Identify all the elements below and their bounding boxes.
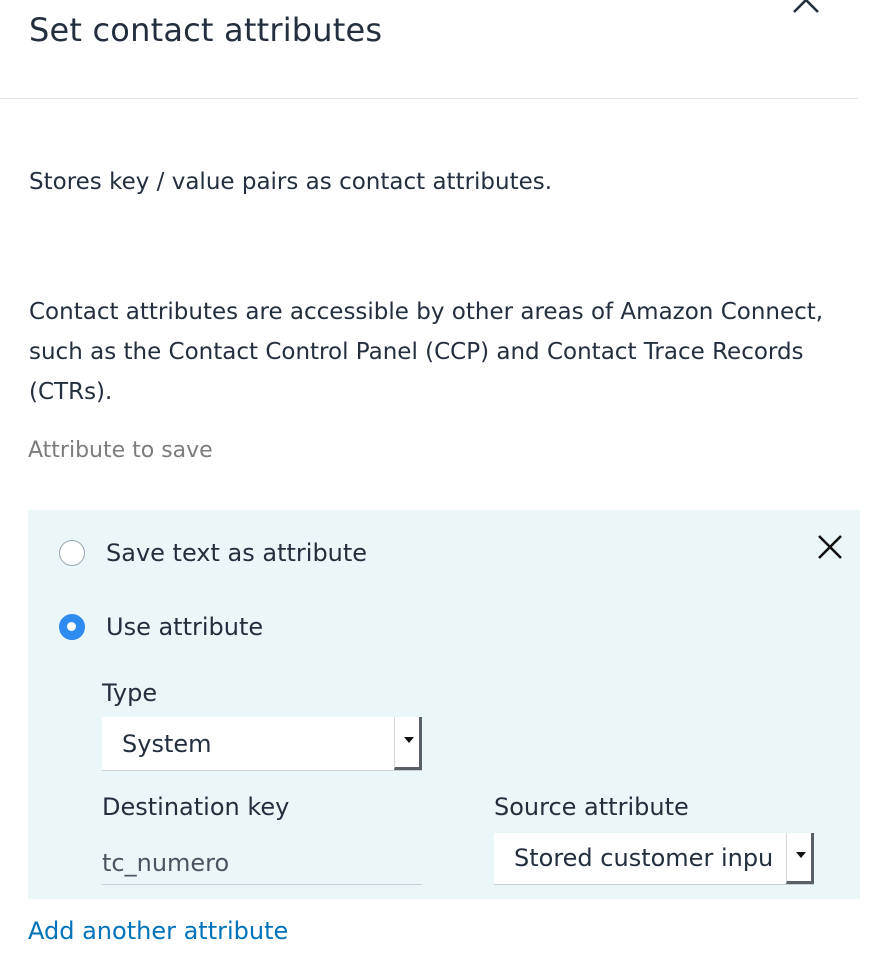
chevron-down-icon[interactable] — [786, 833, 814, 884]
chevron-down-icon[interactable] — [394, 717, 422, 770]
source-attribute-label: Source attribute — [494, 793, 689, 821]
destination-key-label: Destination key — [102, 793, 290, 821]
radio-save-text-label[interactable]: Save text as attribute — [106, 536, 367, 570]
add-another-attribute-link[interactable]: Add another attribute — [28, 913, 288, 949]
type-select[interactable]: System — [102, 717, 422, 771]
radio-save-text[interactable] — [59, 540, 85, 566]
radio-use-attribute-label[interactable]: Use attribute — [106, 610, 263, 644]
block-summary: Stores key / value pairs as contact attr… — [29, 169, 553, 195]
block-details: Contact attributes are accessible by oth… — [29, 299, 824, 405]
modal-title: Set contact attributes — [29, 11, 383, 49]
source-attribute-select[interactable]: Stored customer input — [494, 833, 814, 885]
radio-use-attribute[interactable] — [59, 614, 85, 640]
type-label: Type — [102, 679, 158, 707]
destination-key-value: tc_numero — [102, 849, 230, 877]
header-divider — [0, 98, 858, 99]
remove-attribute-button[interactable] — [815, 532, 845, 562]
attribute-section-label: Attribute to save — [28, 438, 213, 463]
modal-close-button[interactable] — [788, 0, 824, 14]
type-select-value: System — [122, 730, 212, 758]
close-icon — [818, 535, 842, 559]
close-icon — [793, 0, 819, 13]
destination-key-input[interactable]: tc_numero — [102, 843, 422, 885]
source-attribute-value: Stored customer input — [514, 844, 772, 872]
